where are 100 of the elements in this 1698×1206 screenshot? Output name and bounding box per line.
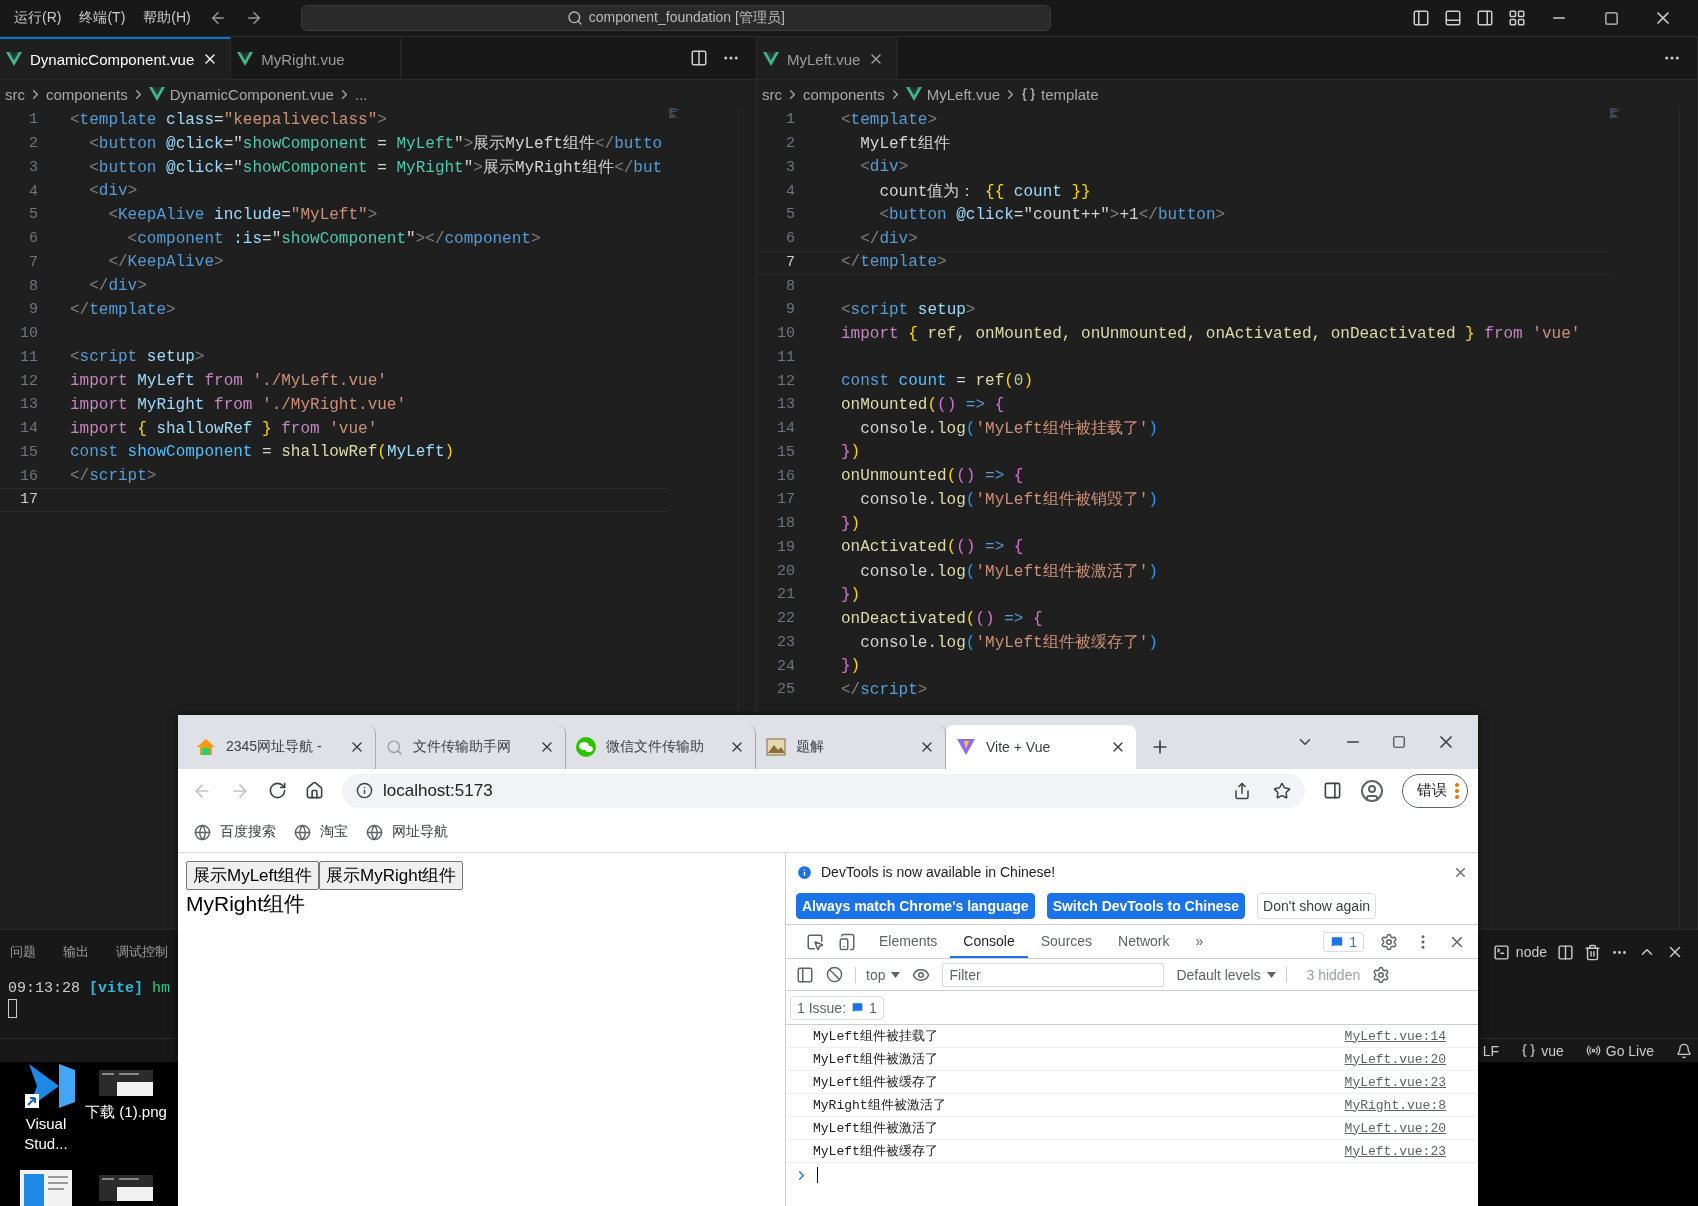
line-number: 3: [785, 158, 796, 176]
devtools-tab[interactable]: Sources: [1027, 925, 1106, 958]
source-link[interactable]: MyLeft.vue:20: [1344, 1120, 1446, 1136]
code-line: import MyLeft from './MyLeft.vue': [70, 372, 387, 391]
command-center[interactable]: component_foundation [管理员]: [300, 5, 1051, 31]
browser-tab[interactable]: 微信文件传输助: [566, 725, 756, 769]
browser-tab[interactable]: 题解: [756, 725, 946, 769]
breadcrumb-item[interactable]: ...: [354, 85, 368, 103]
file-type-icon: [237, 52, 254, 66]
menu-icon: [1455, 782, 1459, 799]
source-link[interactable]: MyLeft.vue:20: [1344, 1051, 1446, 1067]
line-number: 13: [19, 396, 39, 414]
notice-text: DevTools is now available in Chinese!: [821, 864, 1056, 880]
menu-item[interactable]: 终端(T): [79, 9, 126, 27]
inspect-icon[interactable]: [806, 932, 824, 951]
line-number: 7: [28, 253, 39, 271]
notice-button[interactable]: Don't show again: [1257, 893, 1377, 919]
line-number: 6: [28, 230, 39, 248]
code-line: <component :is="showComponent"></component>: [126, 229, 541, 248]
levels-dropdown[interactable]: Default levels: [1176, 966, 1287, 983]
star-icon[interactable]: [1273, 781, 1291, 800]
secondary-sidebar-icon[interactable]: [1476, 9, 1494, 27]
chat-bubble-icon: [576, 737, 596, 757]
device-toolbar-icon[interactable]: [838, 932, 856, 951]
sidebar-toggle-icon[interactable]: [1412, 9, 1430, 27]
breadcrumb-item[interactable]: DynamicComponent.vue: [148, 85, 334, 103]
side-panel-icon[interactable]: [1323, 781, 1342, 800]
layout-icon[interactable]: [1508, 9, 1526, 27]
bookmark[interactable]: 网址导航: [366, 823, 448, 841]
code-line: const count = ref(0): [841, 372, 1034, 391]
settings-icon[interactable]: [1380, 932, 1398, 951]
bookmark[interactable]: 百度搜索: [194, 823, 276, 841]
panel-tab[interactable]: 输出: [63, 943, 89, 961]
line-number: 23: [776, 633, 796, 651]
more-tabs-button[interactable]: »: [1182, 925, 1217, 958]
address-bar[interactable]: localhost:5173: [342, 773, 1305, 808]
share-icon[interactable]: [1233, 781, 1251, 800]
panel-tab[interactable]: 问题: [10, 943, 36, 961]
line-number: 11: [19, 348, 39, 366]
menu-item[interactable]: 帮助(H): [143, 9, 191, 27]
source-link[interactable]: MyLeft.vue:23: [1344, 1074, 1446, 1090]
code-line: }): [841, 443, 861, 462]
profile-button[interactable]: 错误: [1402, 773, 1468, 808]
line-number: 11: [776, 348, 796, 366]
breadcrumb-item[interactable]: src: [762, 85, 782, 103]
avatar-icon[interactable]: [1360, 778, 1384, 803]
breadcrumb-item[interactable]: MyLeft.vue: [905, 85, 1001, 103]
filter-field[interactable]: Filter: [942, 962, 1165, 987]
go-live-button[interactable]: Go Live: [1585, 1042, 1654, 1059]
editor-tab[interactable]: DynamicComponent.vue: [0, 37, 232, 79]
notice-button[interactable]: Always match Chrome's language: [796, 893, 1035, 919]
source-link[interactable]: MyLeft.vue:14: [1344, 1028, 1446, 1044]
split-editor-icon[interactable]: [690, 49, 708, 67]
breadcrumb-item[interactable]: src: [5, 85, 25, 103]
source-link[interactable]: MyLeft.vue:23: [1344, 1143, 1446, 1159]
notice-button[interactable]: Switch DevTools to Chinese: [1046, 893, 1246, 919]
page-button[interactable]: 展示MyRight组件: [319, 861, 464, 890]
issues-badge[interactable]: 1: [1323, 931, 1364, 952]
maximize-icon[interactable]: [1392, 735, 1406, 749]
line-ending[interactable]: LF: [1482, 1042, 1500, 1059]
sidebar-toggle-icon[interactable]: [796, 965, 814, 984]
settings-icon[interactable]: [1372, 965, 1391, 984]
line-number: 4: [28, 182, 39, 200]
panel-tab[interactable]: 调试控制: [116, 943, 168, 961]
browser-tab[interactable]: 2345网址导航 -: [186, 725, 376, 769]
message-icon: [851, 1001, 865, 1014]
trash-icon[interactable]: [1584, 943, 1601, 961]
menu-item[interactable]: 运行(R): [14, 9, 62, 27]
context-selector[interactable]: top: [855, 966, 901, 983]
bookmark[interactable]: 淘宝: [294, 823, 348, 841]
breadcrumb-item[interactable]: template: [1021, 85, 1099, 103]
reload-icon[interactable]: [268, 781, 287, 800]
page-button[interactable]: 展示MyLeft组件: [186, 861, 320, 890]
code-line: </div>: [859, 229, 918, 248]
document-icon: [20, 1170, 72, 1206]
breadcrumb-item[interactable]: components: [803, 85, 885, 103]
clear-console-icon[interactable]: [826, 966, 843, 983]
code-line: }): [841, 585, 861, 604]
devtools-tab[interactable]: Network: [1105, 925, 1183, 958]
split-terminal-icon[interactable]: [1557, 943, 1574, 961]
editor-tab[interactable]: MyLeft.vue: [757, 37, 898, 79]
image-thumbnail: [99, 1070, 153, 1096]
terminal-selector[interactable]: node: [1492, 943, 1547, 961]
issues-chip[interactable]: 1 Issue: 1: [790, 995, 884, 1020]
language-mode[interactable]: vue: [1521, 1042, 1564, 1059]
line-number: 14: [776, 420, 796, 438]
browser-tab[interactable]: 文件传输助手网: [376, 725, 566, 769]
line-number: 5: [28, 206, 39, 224]
breadcrumb-item[interactable]: components: [46, 85, 128, 103]
panel-toggle-icon[interactable]: [1444, 9, 1462, 27]
home-icon[interactable]: [305, 781, 324, 800]
notification-icon[interactable]: [1676, 1042, 1692, 1059]
terminal-line: 09:13:28 [vite] hm: [8, 980, 171, 997]
line-number: 25: [776, 681, 796, 699]
source-link[interactable]: MyRight.vue:8: [1344, 1097, 1446, 1113]
file-type-icon: [6, 52, 22, 66]
file-type-icon: [905, 87, 922, 101]
line-number: 2: [28, 135, 39, 153]
browser-tab[interactable]: Vite + Vue: [946, 725, 1136, 769]
devtools-tab[interactable]: Elements: [866, 925, 951, 958]
